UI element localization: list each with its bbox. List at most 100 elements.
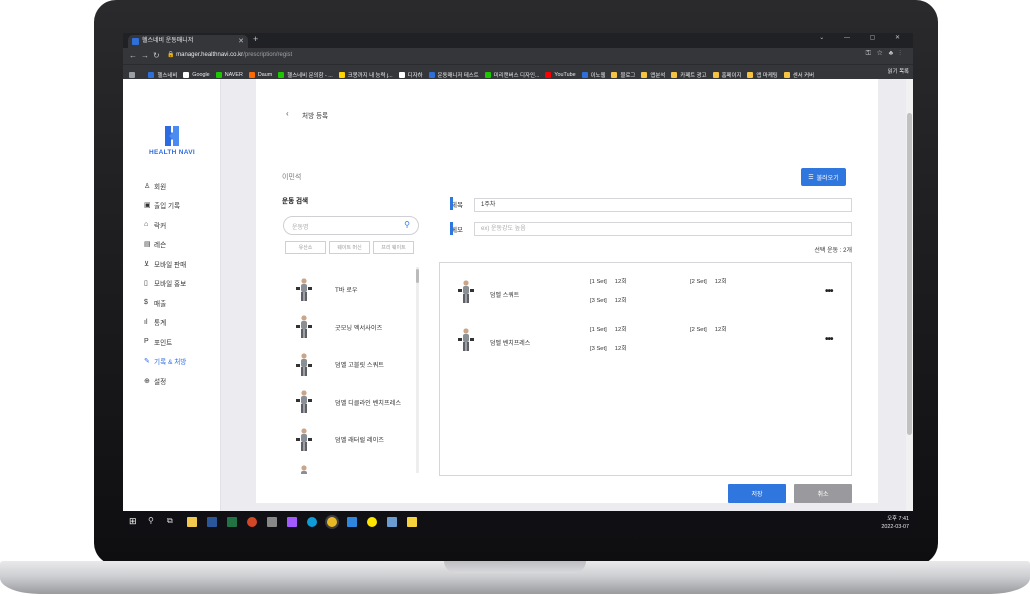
exercise-list-scrollbar[interactable]	[416, 267, 419, 473]
bookmark-icon	[278, 72, 285, 78]
app-icon[interactable]	[267, 517, 277, 527]
bookmark-icon	[712, 72, 719, 78]
reading-list[interactable]: 읽기 목록	[883, 65, 909, 79]
bookmark-item[interactable]: 크몽까지 내 능력 j...	[338, 68, 393, 79]
reload-icon[interactable]: ↻	[153, 51, 160, 60]
bookmark-item[interactable]: 블로그	[611, 68, 635, 79]
bookmark-item[interactable]: 이노웹	[581, 68, 605, 79]
bookmark-item[interactable]: Daum	[248, 68, 272, 80]
word-icon[interactable]	[207, 517, 217, 527]
selected-exercise-row[interactable]: 덤벨 벤치프레스 [1 Set] 12회 [2 Set] 12회 [3 Set] 12회 ••…	[440, 317, 853, 365]
bookmark-item[interactable]: 헬스네비 문의함 - ...	[278, 68, 333, 79]
mobile-icon: ▯	[144, 280, 148, 288]
sidebar-item[interactable]: ♙ 회원	[144, 176, 186, 196]
close-tab-icon[interactable]: ✕	[238, 35, 244, 48]
sidebar-item[interactable]: ⊕ 설정	[144, 371, 186, 391]
sidebar-item[interactable]: ▯ 모바일 홍보	[144, 274, 186, 294]
exercise-list-item[interactable]: 덤벨 디클라인 벤치프레스	[283, 384, 415, 422]
file-explorer-icon[interactable]	[187, 517, 197, 527]
filter-weight-machine[interactable]: 웨이트 머신	[329, 241, 370, 254]
figma-icon[interactable]	[287, 517, 297, 527]
bookmark-label: 헬스네비	[157, 73, 178, 79]
more-options-icon[interactable]: •••	[825, 286, 833, 297]
bookmark-item[interactable]: NAVER	[215, 68, 243, 80]
system-clock[interactable]: 오후 7:41 2022-03-07	[881, 515, 909, 531]
sidebar-item-label: 매출	[154, 300, 167, 308]
bookmark-item[interactable]: 홈페이지	[712, 68, 741, 79]
search-icon[interactable]: ⚲	[404, 220, 410, 229]
notepad-icon[interactable]	[387, 517, 397, 527]
powerpoint-icon[interactable]	[247, 517, 257, 527]
edge-icon[interactable]	[307, 517, 317, 527]
bookmark-item[interactable]: 디자하	[398, 68, 423, 79]
apps-icon[interactable]	[129, 68, 138, 80]
member-name: 이민석	[282, 174, 302, 181]
sidebar-menu: ♙ 회원 ▣ 출입 기록 ⌂ 락커 ▤ 레슨 ⊻ 모바일 판매 ▯ 모바일 홍보 $ 매출 ıl 통계 P 포인트…	[144, 176, 186, 391]
more-options-icon[interactable]: •••	[825, 334, 833, 345]
bookmark-item[interactable]: Google	[183, 68, 210, 80]
selected-exercise-name: 덤벨 스쿼트	[490, 293, 520, 299]
kakaotalk-icon[interactable]	[367, 517, 377, 527]
url-field[interactable]: 🔒 manager.healthnavi.co.kr/prescription/…	[167, 51, 292, 58]
exercise-list-item[interactable]: T바 로우	[283, 271, 415, 309]
search-placeholder: 운동명	[292, 225, 309, 231]
sidebar-item[interactable]: ıl 통계	[144, 313, 186, 333]
sticky-notes-icon[interactable]	[407, 517, 417, 527]
load-button[interactable]: ☰ 불러오기	[801, 168, 846, 186]
filter-free-weight[interactable]: 프리 웨이트	[373, 241, 414, 254]
bookmark-item[interactable]: YouTube	[545, 68, 576, 80]
new-tab-icon[interactable]: +	[253, 34, 258, 44]
bookmark-item[interactable]: 센서 커버	[783, 68, 814, 79]
back-chevron-icon[interactable]: ‹	[286, 109, 289, 118]
title-input[interactable]: 1주차	[474, 198, 852, 212]
set-info: [1 Set] 12회	[590, 324, 627, 333]
sidebar-item[interactable]: ▤ 레슨	[144, 235, 186, 255]
cancel-button[interactable]: 취소	[794, 484, 852, 503]
task-view-icon[interactable]: ⧉	[167, 516, 173, 526]
exercise-list-item[interactable]: 덤벨 런지	[283, 459, 415, 474]
chrome-icon[interactable]	[327, 517, 337, 527]
filter-buttons: 유산소 웨이트 머신 프리 웨이트	[285, 241, 414, 254]
exercise-name: T바 로우	[335, 287, 358, 295]
bookmark-item[interactable]: 미리캔버스 디자인...	[484, 68, 539, 79]
clock-time: 오후 7:41	[887, 516, 909, 522]
logo[interactable]: HEALTH NAVI	[147, 125, 197, 156]
save-button[interactable]: 저장	[728, 484, 786, 503]
exercise-image	[290, 277, 320, 303]
exercise-list-item[interactable]: 덤벨 고블릿 스쿼트	[283, 346, 415, 384]
bookmark-item[interactable]: 운동매니저 테스트	[428, 68, 479, 79]
forward-arrow-icon[interactable]: →	[141, 51, 149, 60]
back-arrow-icon[interactable]: ←	[129, 51, 137, 60]
set-reps: 12회	[614, 279, 627, 285]
extensions-icons[interactable]: ⚿☆♣⋮	[866, 50, 907, 58]
bookmark-label: NAVER	[224, 72, 243, 78]
sidebar-item[interactable]: ✎ 기록 & 처방	[144, 352, 186, 372]
filter-cardio[interactable]: 유산소	[285, 241, 326, 254]
bookmark-item[interactable]: 헬스네비	[148, 68, 178, 79]
app-icon-2[interactable]	[347, 517, 357, 527]
bookmark-item[interactable]: 카페트 광고	[671, 68, 707, 79]
stats-icon: ıl	[144, 318, 148, 326]
sidebar-item[interactable]: P 포인트	[144, 332, 186, 352]
sidebar-item[interactable]: $ 매출	[144, 293, 186, 313]
sidebar-item[interactable]: ▣ 출입 기록	[144, 196, 186, 216]
exercise-list-item[interactable]: 덤벨 래터럴 레이즈	[283, 421, 415, 459]
browser-tab[interactable]: 헬스네비 운동매니저 ✕	[128, 35, 248, 48]
bookmark-icon	[671, 72, 678, 78]
bookmark-item[interactable]: 앱분석	[641, 68, 665, 79]
memo-input[interactable]: ex) 운동강도 높음	[474, 222, 852, 236]
search-icon[interactable]: ⚲	[148, 516, 154, 525]
windows-start-icon[interactable]: ⊞	[129, 516, 137, 527]
tab-title: 헬스네비 운동매니저	[142, 38, 194, 44]
selected-exercise-row[interactable]: 덤벨 스쿼트 [1 Set] 12회 [2 Set] 12회 [3 Set] 12회 •••	[440, 269, 853, 317]
exercise-list-item[interactable]: 굿모닝 엑서사이즈	[283, 309, 415, 347]
page-scrollbar[interactable]	[906, 79, 913, 511]
exercise-search-input[interactable]: 운동명 ⚲	[283, 216, 419, 235]
exercise-image	[290, 389, 320, 415]
window-controls[interactable]: ⌄ — ▢ ✕	[819, 34, 909, 41]
sidebar-item[interactable]: ⌂ 락커	[144, 215, 186, 235]
set-reps: 12회	[614, 346, 627, 352]
excel-icon[interactable]	[227, 517, 237, 527]
bookmark-item[interactable]: 앱 마케팅	[747, 68, 778, 79]
sidebar-item[interactable]: ⊻ 모바일 판매	[144, 254, 186, 274]
